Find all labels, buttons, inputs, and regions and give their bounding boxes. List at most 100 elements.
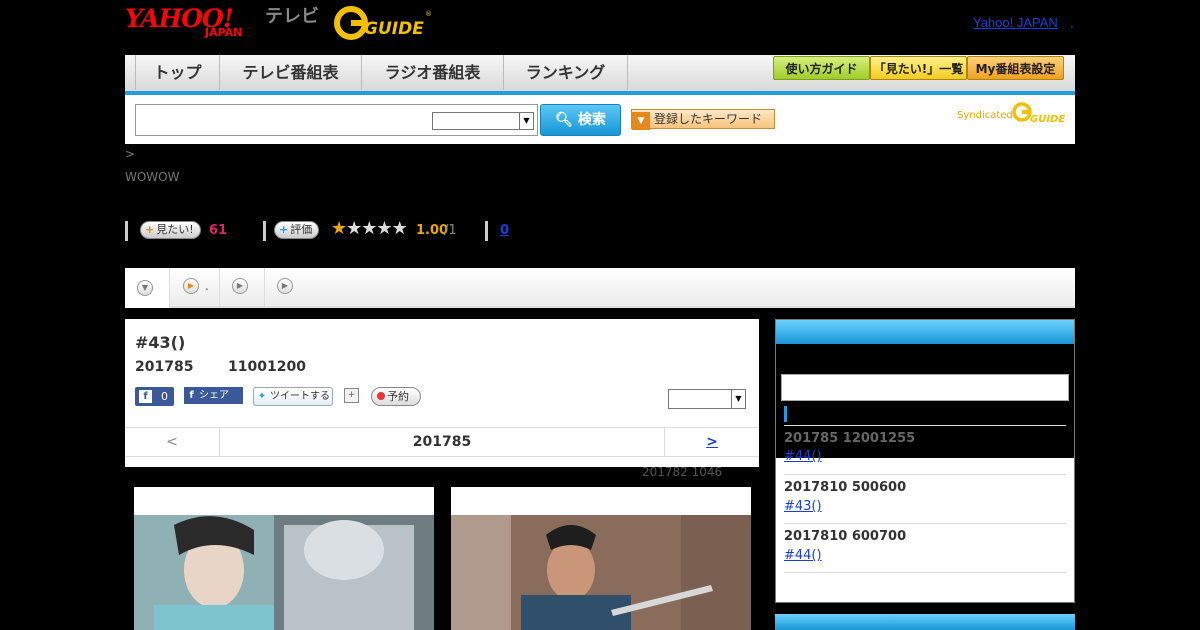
pager-next-button[interactable]: > (664, 428, 759, 456)
divider (263, 221, 266, 241)
facebook-icon: f (189, 390, 194, 401)
list-item-episode-link[interactable]: #44() (784, 450, 822, 463)
search-category-select[interactable]: ▼ (432, 112, 534, 130)
chevron-down-icon: ▼ (731, 390, 745, 408)
reserve-label: 予約 (387, 390, 409, 403)
channel-name: WOWOW (125, 170, 180, 184)
search-icon: 🔍︎ (555, 112, 573, 128)
divider (784, 572, 1066, 573)
gguide-logo[interactable]: GUIDE ® (334, 6, 432, 40)
tab-item-3[interactable]: ▶ (265, 268, 295, 308)
svg-text:GUIDE: GUIDE (364, 19, 424, 39)
twitter-bird-icon: ✦ (257, 391, 267, 402)
play-icon: ▶ (232, 278, 248, 294)
star-empty-icon: ★ (346, 218, 362, 239)
program-image (134, 515, 434, 630)
program-detail-panel: #43() 201785 11001200 f0 f シェア ✦ ツイートする + … (125, 319, 759, 467)
program-image (451, 515, 751, 630)
broadcast-time: 11001200 (228, 359, 306, 375)
program-tab-strip: ▼ ▶ . ▶ ▶ (125, 268, 1075, 308)
sidebar-header (776, 320, 1074, 344)
rate-button[interactable]: + 評価 (274, 221, 320, 239)
section-marker (784, 406, 787, 422)
list-item-date: 2017810 600700 (784, 529, 907, 544)
header-extra-link[interactable]: , (1070, 16, 1074, 29)
pager-prev-button[interactable]: < (125, 428, 220, 456)
star-empty-icon: ★ (361, 218, 377, 239)
facebook-share-button[interactable]: f シェア (184, 387, 243, 404)
want-list-button[interactable]: 「見たい!」一覧 (870, 56, 967, 80)
share-label: シェア (199, 390, 229, 401)
svg-text:®: ® (425, 10, 432, 18)
program-photo-1[interactable] (134, 487, 434, 630)
tweet-button[interactable]: ✦ ツイートする (253, 387, 333, 406)
divider (784, 523, 1066, 524)
tab-dropdown[interactable]: ▼ (125, 268, 170, 308)
search-button[interactable]: 🔍︎ 検索 (540, 104, 621, 136)
episode-title: #43() (135, 333, 186, 352)
program-photo-2[interactable] (451, 487, 751, 630)
star-empty-icon: ★ (391, 218, 408, 239)
yahoo-japan-logo-text: JAPAN (205, 26, 243, 39)
tweet-label: ツイートする (270, 391, 330, 402)
list-item-date: 201785 12001255 (784, 431, 916, 446)
guide-button[interactable]: 使い方ガイド (773, 56, 870, 80)
review-count-link[interactable]: 0 (500, 224, 509, 237)
episode-select[interactable]: ▼ (668, 389, 746, 409)
related-programs-sidebar: 201785 12001255 #44() 2017810 500600 #43… (775, 319, 1075, 603)
svg-text:GUIDE: GUIDE (1030, 114, 1065, 125)
bookmark-add-icon[interactable]: + (344, 388, 359, 403)
nav-tab-top[interactable]: トップ (135, 55, 220, 90)
last-updated: 201782 1046 (642, 465, 723, 479)
play-icon: ▶ (183, 278, 199, 294)
play-icon: ▶ (277, 278, 293, 294)
pager-current-date: 201785 (412, 434, 472, 450)
star-empty-icon: ★ (376, 218, 392, 239)
tab-item-1[interactable]: ▶ . (170, 268, 220, 308)
saved-keywords-button[interactable]: ▼ 登録したキーワード (631, 109, 775, 130)
record-icon (377, 392, 385, 400)
rating-stars: ★★★★★ (331, 218, 408, 239)
reserve-button[interactable]: 予約 (371, 387, 421, 406)
saved-keywords-label: 登録したキーワード (654, 112, 763, 126)
chevron-down-icon: ▼ (519, 113, 533, 129)
want-count: 61 (209, 223, 228, 238)
search-bar: ▼ 🔍︎ 検索 ▼ 登録したキーワード Syndicated GUIDE (125, 95, 1075, 144)
nav-tab-tv-listings[interactable]: テレビ番組表 (220, 55, 362, 90)
star-filled-icon: ★ (331, 218, 347, 239)
facebook-icon: f (139, 390, 152, 403)
rating-count: /1 (444, 223, 457, 238)
chevron-down-icon: ▼ (632, 112, 650, 130)
breadcrumb[interactable]: > (125, 148, 135, 160)
broadcast-date: 201785 (135, 359, 194, 375)
main-nav: トップ テレビ番組表 ラジオ番組表 ランキング 使い方ガイド 「見たい!」一覧 … (125, 55, 1075, 95)
syndicated-gguide-logo: GUIDE (1012, 102, 1065, 125)
sidebar-search-input[interactable] (781, 374, 1069, 401)
want-button[interactable]: + 見たい! (140, 221, 201, 239)
dropdown-icon: ▼ (137, 280, 153, 296)
sidebar-second-header (775, 614, 1075, 630)
date-pager: < 201785 > (125, 427, 759, 457)
nav-tab-ranking[interactable]: ランキング (504, 55, 628, 90)
tv-logo-text: テレビ (265, 6, 319, 27)
list-item-date: 2017810 500600 (784, 480, 907, 495)
my-listings-settings-button[interactable]: My番組表設定 (967, 56, 1064, 80)
divider (784, 425, 1066, 426)
nav-tab-radio-listings[interactable]: ラジオ番組表 (362, 55, 504, 90)
divider (125, 221, 128, 241)
yahoo-japan-link[interactable]: Yahoo! JAPAN (973, 16, 1058, 29)
search-button-label: 検索 (577, 112, 606, 128)
divider (485, 221, 488, 241)
want-button-label: 見たい! (156, 223, 194, 236)
syndicated-label: Syndicated (957, 110, 1013, 121)
tab-item-label: . (205, 279, 209, 293)
plus-icon: + (145, 223, 155, 236)
plus-icon: + (279, 223, 289, 236)
list-item-episode-link[interactable]: #43() (784, 500, 822, 513)
divider (784, 474, 1066, 475)
tab-item-2[interactable]: ▶ (220, 268, 265, 308)
like-count: 0 (161, 390, 168, 403)
rate-button-label: 評価 (290, 223, 313, 236)
facebook-like-button[interactable]: f0 (135, 387, 174, 406)
list-item-episode-link[interactable]: #44() (784, 549, 822, 562)
